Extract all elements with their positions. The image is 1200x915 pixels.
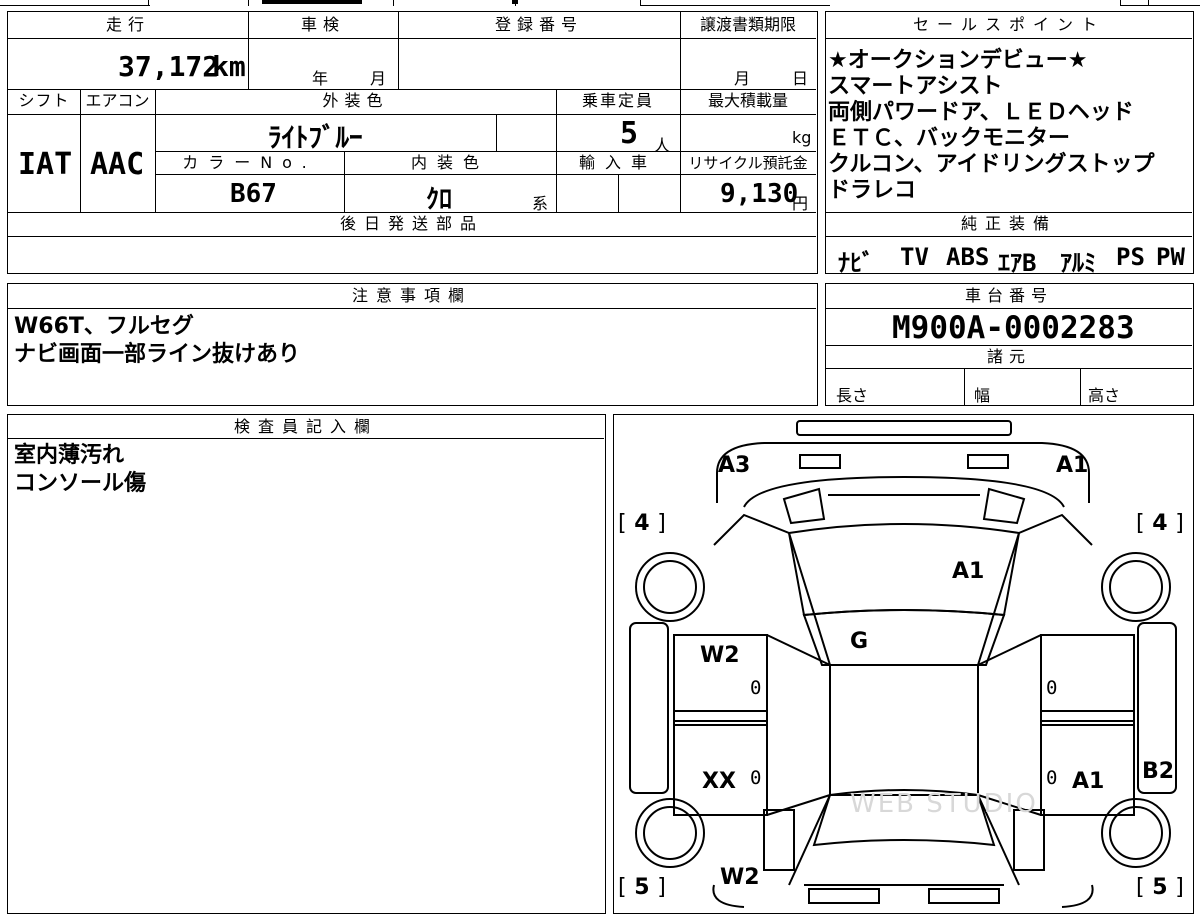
transfer-month-unit: 月 <box>734 69 751 88</box>
equipment-item: ｴｱB <box>998 249 1037 277</box>
mark-rear-left: W2 <box>720 865 760 890</box>
notes-label: 注意事項欄 <box>351 286 472 305</box>
shift-value: IAT <box>18 147 73 182</box>
sales-point-line: クルコン、アイドリングストップ <box>828 152 1155 177</box>
import-label: 輸入車 <box>578 153 657 172</box>
exterior-color-value: ﾗｲﾄﾌﾞﾙｰ <box>268 123 363 154</box>
inspection-year-unit: 年 <box>312 69 329 88</box>
registration-label: 登録番号 <box>494 15 583 34</box>
interior-color-label: 内装色 <box>410 153 489 172</box>
inspector-box: 検査員記入欄 室内薄汚れ コンソール傷 <box>7 414 606 914</box>
genuine-equipment-label: 純正装備 <box>960 214 1057 233</box>
sales-point-line: 両側パワードア、ＬＥＤヘッド <box>828 100 1134 125</box>
recycle-value: 9,130 <box>720 179 799 209</box>
door-zero-rr: 0 <box>1046 767 1058 789</box>
mark-windshield: A1 <box>952 559 985 584</box>
mileage-label: 走行 <box>105 15 150 34</box>
color-no-label: カラーNo. <box>182 153 317 172</box>
capacity-label: 乗車定員 <box>581 91 654 110</box>
equipment-item: ﾅﾋﾞ <box>838 249 874 277</box>
capacity-value: 5 <box>620 116 639 151</box>
specs-width: 幅 <box>974 386 991 405</box>
chassis-value: M900A-0002283 <box>892 310 1135 346</box>
mark-rear-right-door: A1 <box>1072 769 1105 794</box>
sales-point-line: ★オークションデビュー★ <box>828 48 1088 73</box>
tire-rear-left: [ 5 ] <box>618 875 666 900</box>
color-no-value: B67 <box>230 179 277 209</box>
car-damage-diagram: A3 A1 A1 G W2 XX A1 B2 W2 0 0 0 0 [ 4 ] … <box>613 414 1194 914</box>
mileage-unit: km <box>212 50 246 83</box>
notes-box: 注意事項欄 W66T、フルセグ ナビ画面一部ライン抜けあり <box>7 283 818 406</box>
sales-point-line: ＥＴＣ、バックモニター <box>828 126 1071 151</box>
door-zero-rl: 0 <box>750 767 762 789</box>
sales-point-line: スマートアシスト <box>828 74 1003 99</box>
equipment-item: PW <box>1156 243 1185 271</box>
recycle-label: リサイクル預託金 <box>688 154 808 172</box>
max-load-unit: kg <box>792 128 812 147</box>
equipment-item: TV <box>900 243 929 271</box>
inspector-line: 室内薄汚れ <box>14 443 125 468</box>
transfer-day-unit: 日 <box>792 69 809 88</box>
interior-color-suffix: 系 <box>532 194 549 213</box>
inspector-line: コンソール傷 <box>14 471 147 496</box>
shift-label: シフト <box>18 91 70 110</box>
notes-line: ナビ画面一部ライン抜けあり <box>14 342 301 367</box>
equipment-item: ABS <box>946 243 990 271</box>
transfer-deadline-label: 譲渡書類期限 <box>699 15 796 34</box>
max-load-label: 最大積載量 <box>707 91 788 110</box>
inspection-month-unit: 月 <box>370 69 387 88</box>
interior-color-value: ｸﾛ <box>426 185 453 215</box>
inspector-label: 検査員記入欄 <box>233 417 378 436</box>
door-zero-fl: 0 <box>750 677 762 699</box>
tire-front-right: [ 4 ] <box>1136 511 1184 536</box>
sales-points-label: セールスポイント <box>912 15 1105 34</box>
notes-line: W66T、フルセグ <box>14 314 194 339</box>
mark-rear-left-door: XX <box>702 769 736 794</box>
recycle-unit: 円 <box>792 194 809 213</box>
mark-roof: G <box>850 629 869 654</box>
aircon-value: AAC <box>90 147 145 182</box>
mileage-value: 37,172 <box>118 50 220 83</box>
door-zero-fr: 0 <box>1046 677 1058 699</box>
watermark: WEB STUDIO <box>850 789 1038 819</box>
inspection-label: 車検 <box>300 15 345 34</box>
tire-rear-right: [ 5 ] <box>1136 875 1184 900</box>
equipment-item: ｱﾙﾐ <box>1060 249 1096 277</box>
mark-rear-right: B2 <box>1142 759 1175 784</box>
aircon-label: エアコン <box>85 91 150 110</box>
specs-label: 諸元 <box>986 347 1031 366</box>
specs-height: 高さ <box>1088 386 1121 405</box>
top-strip <box>0 0 1200 8</box>
sales-points-box: セールスポイント ★オークションデビュー★ スマートアシスト 両側パワードア、Ｌ… <box>825 11 1194 277</box>
chassis-box: 車台番号 M900A-0002283 諸元 長さ 幅 高さ <box>825 283 1194 406</box>
chassis-label: 車台番号 <box>964 286 1053 305</box>
sales-point-line: ドラレコ <box>828 178 917 203</box>
mark-front-left-door: W2 <box>700 643 740 668</box>
later-parts-label: 後日発送部品 <box>339 214 484 233</box>
equipment-item: PS <box>1116 243 1145 271</box>
mark-front-left: A3 <box>718 453 751 478</box>
specs-length: 長さ <box>836 386 869 405</box>
exterior-color-label: 外装色 <box>322 91 389 110</box>
mark-front-right: A1 <box>1056 453 1089 478</box>
vehicle-info-grid: 走行 車検 登録番号 譲渡書類期限 37,172 km 年 月 月 日 シフト … <box>7 11 818 274</box>
tire-front-left: [ 4 ] <box>618 511 666 536</box>
